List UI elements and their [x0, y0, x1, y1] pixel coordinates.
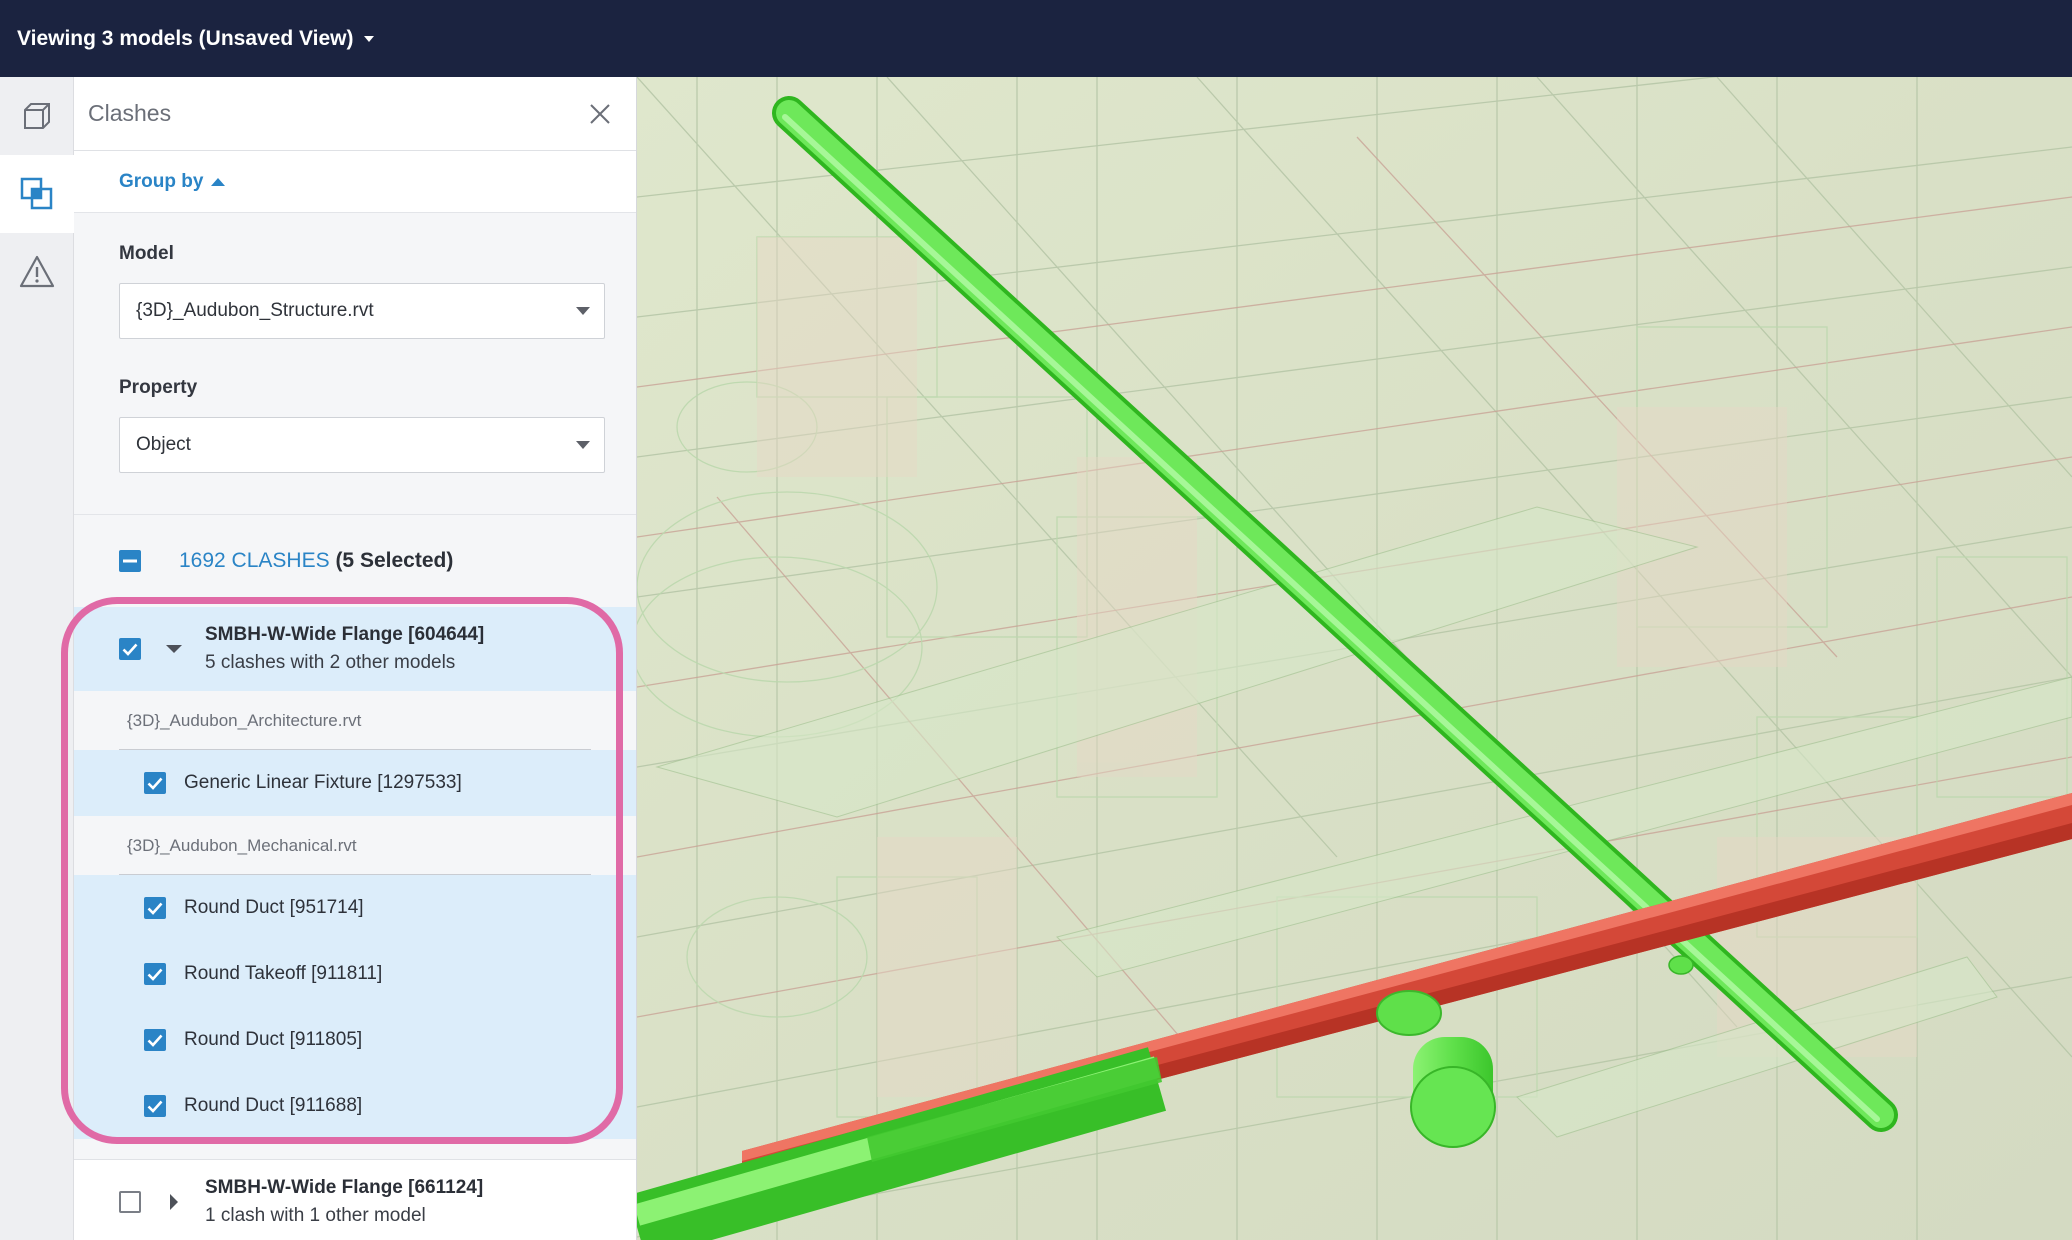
model-viewer[interactable]: [637, 77, 2072, 1240]
rail-button-issues[interactable]: [0, 233, 74, 311]
clash-group-row[interactable]: SMBH-W-Wide Flange [661124] 1 clash with…: [74, 1159, 636, 1240]
view-title: Viewing 3 models (Unsaved View): [17, 26, 354, 50]
close-icon: [590, 103, 610, 124]
collapse-group-button[interactable]: [159, 634, 189, 664]
select-all-checkbox[interactable]: [119, 550, 141, 572]
model-select-value: {3D}_Audubon_Structure.rvt: [136, 300, 374, 321]
group-subtitle: 1 clash with 1 other model: [205, 1204, 426, 1226]
group-spacer: [74, 1139, 636, 1159]
view-selector-button[interactable]: Viewing 3 models (Unsaved View): [17, 27, 374, 51]
indeterminate-icon: [123, 559, 137, 563]
left-tool-rail: [0, 77, 74, 1240]
clash-object-row[interactable]: Round Duct [911805]: [74, 1007, 636, 1073]
clash-object-row[interactable]: Round Duct [951714]: [74, 875, 636, 941]
model-viewer-canvas[interactable]: [637, 77, 2072, 1240]
group-title: SMBH-W-Wide Flange [604644]: [205, 624, 485, 645]
clash-count[interactable]: 1692 CLASHES: [179, 549, 330, 572]
clash-object-row[interactable]: Generic Linear Fixture [1297533]: [74, 750, 636, 816]
dropdown-arrow-icon: [576, 307, 590, 315]
clash-summary-row: 1692 CLASHES (5 Selected): [74, 515, 636, 607]
group-by-label: Group by: [119, 170, 204, 192]
clashes-panel: Clashes Group by Model {3D}_Audubon_Stru…: [74, 77, 637, 1240]
group-by-row: Group by: [74, 151, 636, 213]
object-checkbox[interactable]: [144, 1095, 166, 1117]
property-select[interactable]: Object: [119, 417, 605, 473]
close-panel-button[interactable]: [586, 100, 614, 128]
chevron-down-icon: [166, 645, 182, 653]
object-label: Generic Linear Fixture [1297533]: [184, 772, 462, 793]
rail-button-models[interactable]: [0, 77, 74, 155]
group-subtitle: 5 clashes with 2 other models: [205, 652, 456, 673]
caret-down-icon: [363, 35, 374, 42]
panel-title: Clashes: [88, 100, 172, 126]
check-icon: [122, 643, 138, 656]
clash-object-row[interactable]: Round Duct [911688]: [74, 1073, 636, 1139]
caret-up-icon: [211, 177, 226, 186]
expand-group-button[interactable]: [159, 1187, 189, 1217]
object-label: Round Duct [951714]: [184, 897, 364, 918]
rail-button-clashes[interactable]: [0, 155, 74, 233]
check-icon: [147, 1034, 163, 1047]
clash-model-header: {3D}_Audubon_Architecture.rvt: [74, 691, 636, 750]
object-checkbox[interactable]: [144, 963, 166, 985]
object-label: Round Duct [911688]: [184, 1095, 363, 1116]
clash-icon: [20, 177, 53, 210]
object-checkbox[interactable]: [144, 772, 166, 794]
object-checkbox[interactable]: [144, 897, 166, 919]
object-label: Round Duct [911805]: [184, 1029, 363, 1050]
check-icon: [147, 902, 163, 915]
model-select[interactable]: {3D}_Audubon_Structure.rvt: [119, 283, 605, 339]
property-label: Property: [119, 377, 198, 398]
object-label: Round Takeoff [911811]: [184, 963, 383, 984]
duct-joint: [1668, 955, 1694, 975]
group-checkbox[interactable]: [119, 638, 141, 660]
object-checkbox[interactable]: [144, 1029, 166, 1051]
clash-group-row[interactable]: SMBH-W-Wide Flange [604644] 5 clashes wi…: [74, 607, 636, 691]
dropdown-arrow-icon: [576, 441, 590, 449]
check-icon: [147, 777, 163, 790]
group-by-toggle[interactable]: Group by: [119, 170, 226, 193]
check-icon: [147, 1100, 163, 1113]
selected-count: (5 Selected): [335, 549, 454, 572]
model-label: Model: [119, 243, 174, 264]
group-checkbox[interactable]: [119, 1190, 141, 1213]
round-duct-end: [1410, 1066, 1496, 1148]
group-title: SMBH-W-Wide Flange [661124]: [205, 1176, 484, 1198]
group-by-filters: Model {3D}_Audubon_Structure.rvt Propert…: [74, 213, 636, 515]
round-takeoff-fitting: [1376, 990, 1442, 1036]
chevron-right-icon: [170, 1193, 178, 1210]
warning-icon: [19, 255, 55, 288]
cube-icon: [24, 103, 50, 129]
app-window: Viewing 3 models (Unsaved View) Clashes …: [0, 0, 2072, 1240]
property-select-value: Object: [136, 434, 191, 455]
clash-object-row[interactable]: Round Takeoff [911811]: [74, 941, 636, 1007]
panel-header: Clashes: [74, 77, 636, 151]
clash-model-header: {3D}_Audubon_Mechanical.rvt: [74, 816, 636, 875]
check-icon: [147, 968, 163, 981]
top-bar: Viewing 3 models (Unsaved View): [0, 0, 2072, 77]
clash-summary: 1692 CLASHES (5 Selected): [179, 549, 453, 573]
